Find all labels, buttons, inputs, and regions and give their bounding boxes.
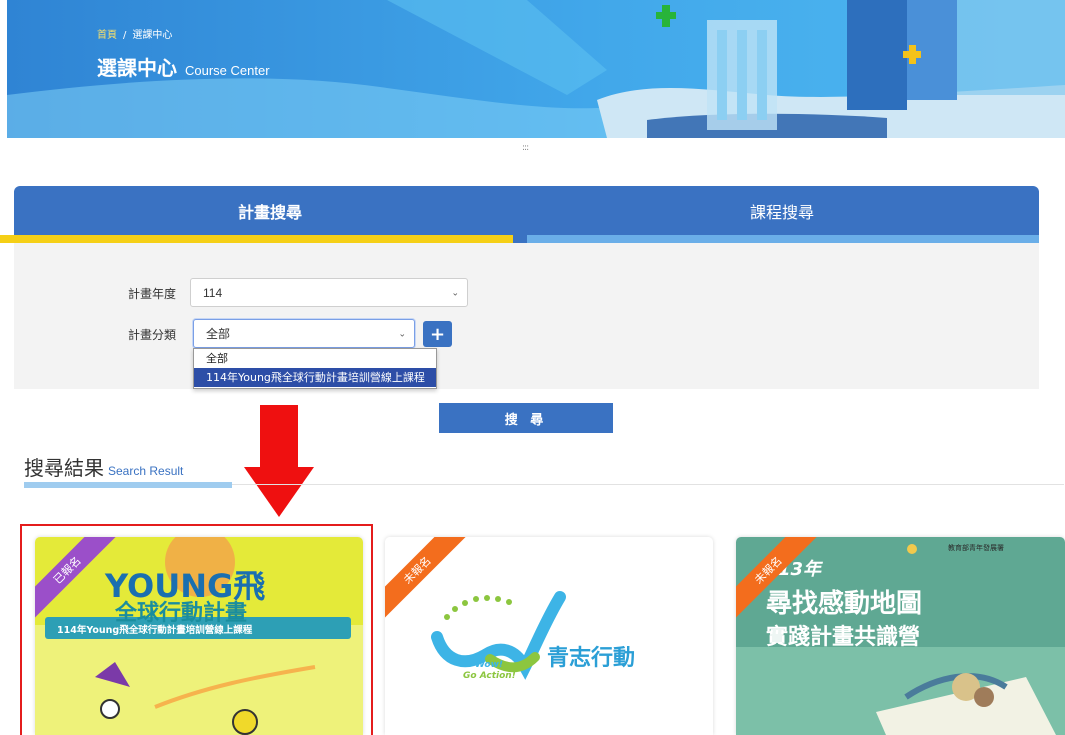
plan-year-value: 114 — [203, 285, 223, 300]
drag-handle-icon[interactable]: ::: — [522, 143, 529, 153]
breadcrumb-separator: / — [123, 30, 127, 41]
course-card-young-fly[interactable]: YOUNG飛 全球行動計畫 114年Young飛全球行動計畫培訓營線上課程 已報… — [35, 537, 363, 735]
breadcrumb-current: 選課中心 — [132, 30, 173, 41]
tab-inactive-indicator — [527, 235, 1039, 243]
course-card-moving-map[interactable]: 13年 教育部青年發展署 尋找感動地圖 實踐計畫共識營 未報名 — [736, 537, 1065, 735]
red-down-arrow-icon — [244, 405, 314, 517]
logo-text: 青志行動 — [547, 646, 636, 671]
results-title-zh: 搜尋結果 — [24, 456, 104, 480]
plan-category-select[interactable]: 全部 ⌄ — [193, 319, 415, 348]
plan-year-label: 計畫年度 — [128, 287, 177, 301]
plan-category-label: 計畫分類 — [128, 328, 177, 342]
category-dropdown-list: 全部 114年Young飛全球行動計畫培訓營線上課程 — [193, 348, 437, 389]
header-banner: 首頁 / 選課中心 選課中心 Course Center — [7, 0, 1065, 138]
dropdown-option-all[interactable]: 全部 — [194, 349, 436, 368]
poster-subtitle: 實踐計畫共識營 — [766, 625, 921, 650]
plan-category-value: 全部 — [206, 327, 231, 341]
logo-sub-go-action: Go Action! — [463, 671, 516, 681]
page-title-en: Course Center — [185, 63, 270, 78]
search-form-panel — [14, 243, 1039, 389]
poster-course-name: 114年Young飛全球行動計畫培訓營線上課程 — [57, 625, 253, 636]
search-button[interactable]: 搜 尋 — [439, 403, 613, 433]
chevron-down-icon: ⌄ — [451, 287, 459, 297]
tab-course-search[interactable]: 課程搜尋 — [526, 186, 1038, 236]
tab-plan-search[interactable]: 計畫搜尋 — [14, 186, 526, 236]
add-category-button[interactable]: + — [423, 321, 452, 347]
plan-year-select[interactable]: 114 ⌄ — [190, 278, 468, 307]
results-heading: 搜尋結果 Search Result — [24, 452, 183, 481]
poster-org: 教育部青年發展署 — [948, 544, 1004, 552]
dropdown-option-young-fly[interactable]: 114年Young飛全球行動計畫培訓營線上課程 — [194, 368, 436, 387]
results-heading-underline — [24, 482, 232, 488]
logo-sub-wow: Wow! — [475, 660, 504, 670]
breadcrumb-home-link[interactable]: 首頁 — [97, 30, 117, 41]
breadcrumb: 首頁 / 選課中心 — [97, 26, 172, 41]
page-title-zh: 選課中心 — [97, 56, 177, 80]
results-divider — [232, 484, 1064, 485]
tab-active-indicator — [0, 235, 513, 243]
course-card-youth-volunteer[interactable]: 青志行動 Wow! Go Action! 未報名 — [385, 537, 713, 735]
chevron-down-icon: ⌄ — [398, 328, 406, 338]
page-root: 首頁 / 選課中心 選課中心 Course Center ::: 計畫搜尋 課程搜尋 … — [0, 0, 1065, 735]
green-plus-icon — [656, 5, 676, 27]
page-title: 選課中心 Course Center — [97, 52, 270, 81]
results-title-en: Search Result — [108, 464, 184, 478]
poster-title: 尋找感動地圖 — [766, 589, 923, 619]
